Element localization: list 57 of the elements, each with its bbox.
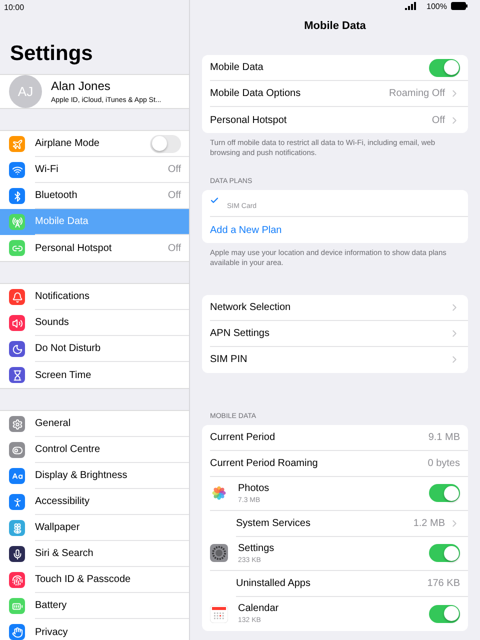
toggle-switch[interactable] <box>429 58 460 76</box>
row-label[interactable]: Personal Hotspot <box>210 114 287 126</box>
item-label: Wallpaper <box>35 522 80 533</box>
item-label: Accessibility <box>35 496 90 507</box>
row-value: 9.1 MB <box>428 432 460 442</box>
item-label: Display & Brightness <box>35 470 128 481</box>
item-label: Siri & Search <box>35 548 94 559</box>
app-name: Settings <box>238 542 274 554</box>
row-label[interactable]: APN Settings <box>210 328 270 338</box>
item-label: Do Not Disturb <box>35 343 101 354</box>
item-label: Wi-Fi <box>35 164 58 175</box>
nav-title: Mobile Data <box>304 20 366 32</box>
item-label: Mobile Data <box>35 216 88 227</box>
item-value: Off <box>168 164 181 175</box>
row-label: Mobile Data <box>210 62 264 73</box>
row-value: 176 KB <box>427 578 460 588</box>
profile-name: Alan Jones <box>51 79 110 93</box>
row-label[interactable]: SIM PIN <box>210 354 248 365</box>
item-label: Touch ID & Passcode <box>35 574 131 585</box>
row-label: Uninstalled Apps <box>236 578 310 588</box>
item-label: Privacy <box>35 626 68 638</box>
item-label: Sounds <box>35 317 69 328</box>
item-label: Personal Hotspot <box>35 242 112 254</box>
row-label[interactable]: System Services <box>236 518 310 528</box>
item-label: General <box>35 418 71 429</box>
toggle-switch[interactable] <box>429 484 460 502</box>
status-time: 10:00 <box>4 3 24 12</box>
toggle-switch[interactable] <box>150 134 181 152</box>
row-label[interactable]: Mobile Data Options <box>210 88 301 99</box>
item-label: Battery <box>35 600 67 611</box>
row-value: Off <box>432 114 445 126</box>
row-label: Current Period <box>210 432 276 442</box>
item-label: Screen Time <box>35 370 92 380</box>
row-value: 0 bytes <box>428 458 460 468</box>
row-label[interactable]: Network Selection <box>210 302 291 312</box>
item-label: Bluetooth <box>35 190 78 201</box>
toggle-switch[interactable] <box>429 544 460 562</box>
battery-percent: 100% <box>426 2 447 10</box>
flower-icon <box>210 484 228 502</box>
signal-icon <box>404 2 417 10</box>
app-name: Calendar <box>238 603 279 614</box>
toggle-switch[interactable] <box>429 604 460 622</box>
row-label: Current Period Roaming <box>210 458 318 468</box>
avatar: AJ <box>9 75 42 108</box>
row-value: Roaming Off <box>389 88 445 99</box>
item-label: Control Centre <box>35 444 100 455</box>
item-value: Off <box>168 190 181 201</box>
item-label: Notifications <box>35 291 90 302</box>
item-value: Off <box>168 242 181 254</box>
page-title: Settings <box>10 42 93 66</box>
gear-icon <box>210 544 228 562</box>
add-plan-link[interactable]: Add a New Plan <box>210 224 282 236</box>
calendar-icon <box>210 604 228 622</box>
item-label: Airplane Mode <box>35 138 100 149</box>
battery-icon <box>451 2 468 10</box>
app-name: Photos <box>238 482 270 494</box>
row-value: 1.2 MB <box>413 518 445 528</box>
